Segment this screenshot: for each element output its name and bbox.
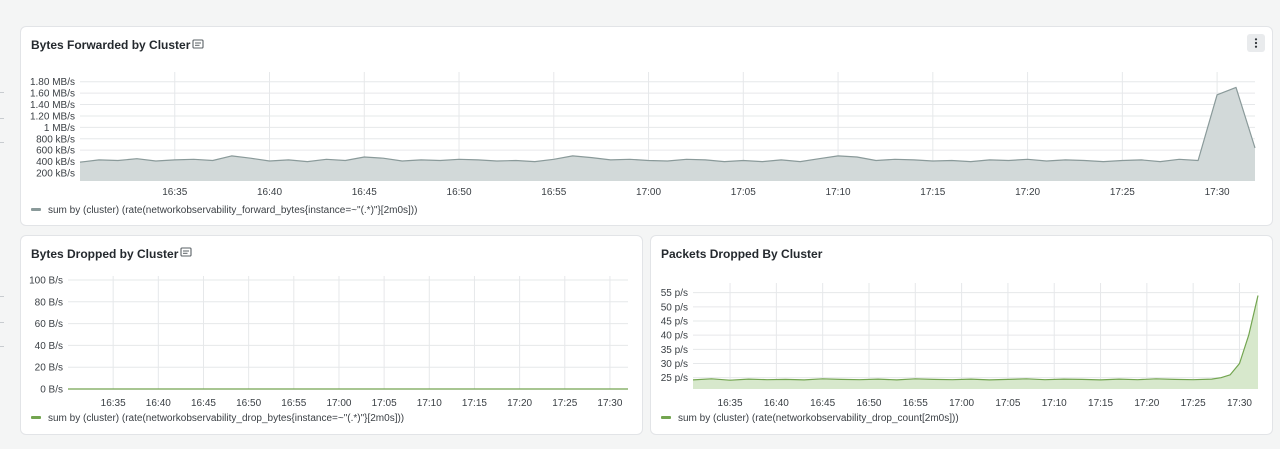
panel-bytes-dropped: Bytes Dropped by Cluster 0 B/s 20 B/s 40 B… — [20, 235, 643, 435]
legend-label: sum by (cluster) (rate(networkobservabil… — [48, 413, 405, 424]
y-tick-label: 45 p/s — [661, 317, 688, 328]
x-tick-label: 17:10 — [1042, 398, 1067, 409]
page-edge-mark — [0, 118, 4, 119]
x-tick-label: 17:10 — [417, 398, 442, 409]
x-tick-label: 16:35 — [101, 398, 126, 409]
x-tick-label: 17:05 — [995, 398, 1020, 409]
y-tick-label: 30 p/s — [661, 359, 688, 370]
series-line — [692, 295, 1259, 381]
x-tick-label: 16:45 — [191, 398, 216, 409]
chart-bytes-forwarded: 200 kB/s400 kB/s600 kB/s800 kB/s1 MB/s1.… — [30, 72, 1256, 197]
x-tick-label: 17:25 — [1181, 398, 1206, 409]
x-tick-label: 16:35 — [162, 187, 187, 197]
page-edge-mark — [0, 92, 4, 93]
y-tick-label: 20 B/s — [35, 363, 63, 374]
legend-swatch — [661, 415, 671, 419]
chart-bytes-dropped: 0 B/s 20 B/s 40 B/s 60 B/s 80 B/s 100 B/s 16:3… — [29, 276, 628, 409]
y-tick-label: 60 B/s — [35, 319, 63, 330]
y-tick-label: 600 kB/s — [36, 146, 75, 157]
series-area — [693, 295, 1258, 389]
y-tick-label: 35 p/s — [661, 345, 688, 356]
y-tick-label: 40 B/s — [35, 341, 63, 352]
x-tick-label: 16:45 — [810, 398, 835, 409]
x-tick-label: 17:30 — [1205, 187, 1230, 197]
x-tick-label: 16:40 — [764, 398, 789, 409]
y-tick-label: 40 p/s — [661, 331, 688, 342]
x-tick-label: 17:10 — [826, 187, 851, 197]
x-tick-label: 16:55 — [281, 398, 306, 409]
x-tick-label: 16:50 — [856, 398, 881, 409]
page-edge-mark — [0, 322, 4, 323]
x-tick-label: 17:15 — [462, 398, 487, 409]
x-tick-label: 17:15 — [920, 187, 945, 197]
legend-swatch — [31, 415, 41, 419]
x-tick-label: 17:20 — [1015, 187, 1040, 197]
x-tick-label: 16:50 — [447, 187, 472, 197]
page-edge-mark — [0, 142, 4, 143]
x-tick-label: 17:30 — [597, 398, 622, 409]
y-tick-label: 55 p/s — [661, 288, 688, 299]
document-icon[interactable] — [180, 246, 192, 258]
x-tick-label: 17:25 — [552, 398, 577, 409]
document-icon[interactable] — [192, 38, 204, 50]
y-tick-label: 1.40 MB/s — [30, 100, 75, 111]
panel-packets-dropped: Packets Dropped By Cluster 25 p/s 30 p/s 3… — [650, 235, 1273, 435]
panel-menu-button[interactable] — [1247, 34, 1265, 52]
y-tick-label: 1.80 MB/s — [30, 77, 75, 88]
legend-item[interactable]: sum by (cluster) (rate(networkobservabil… — [31, 205, 417, 216]
y-tick-label: 0 B/s — [40, 385, 63, 396]
x-tick-label: 17:30 — [1227, 398, 1252, 409]
x-tick-label: 17:00 — [949, 398, 974, 409]
x-tick-label: 16:55 — [903, 398, 928, 409]
x-tick-label: 17:00 — [636, 187, 661, 197]
vertical-ellipsis-icon — [1254, 38, 1258, 48]
x-tick-label: 17:05 — [372, 398, 397, 409]
y-tick-label: 80 B/s — [35, 297, 63, 308]
y-tick-label: 1.60 MB/s — [30, 89, 75, 100]
y-tick-label: 25 p/s — [661, 373, 688, 384]
y-tick-label: 100 B/s — [29, 276, 63, 287]
x-tick-label: 16:50 — [236, 398, 261, 409]
x-tick-label: 16:45 — [352, 187, 377, 197]
y-tick-label: 400 kB/s — [36, 157, 75, 168]
page-edge-mark — [0, 346, 4, 347]
y-tick-label: 1 MB/s — [44, 123, 75, 134]
legend-label: sum by (cluster) (rate(networkobservabil… — [678, 413, 959, 424]
x-tick-label: 17:00 — [326, 398, 351, 409]
legend-item[interactable]: sum by (cluster) (rate(networkobservabil… — [661, 413, 959, 424]
x-tick-label: 17:15 — [1088, 398, 1113, 409]
legend-item[interactable]: sum by (cluster) (rate(networkobservabil… — [31, 413, 404, 424]
x-tick-label: 16:40 — [257, 187, 282, 197]
series-line — [79, 86, 1256, 163]
y-tick-label: 50 p/s — [661, 302, 688, 313]
y-tick-label: 800 kB/s — [36, 134, 75, 145]
chart-packets-dropped: 25 p/s 30 p/s 35 p/s 40 p/s 45 p/s 50 p/s 55 p… — [661, 283, 1259, 409]
x-tick-label: 16:40 — [146, 398, 171, 409]
x-tick-label: 16:55 — [541, 187, 566, 197]
panel-title: Bytes Forwarded by Cluster — [31, 38, 191, 52]
y-tick-label: 200 kB/s — [36, 169, 75, 180]
series-area — [80, 87, 1255, 181]
panel-title: Packets Dropped By Cluster — [661, 247, 823, 261]
y-tick-label: 1.20 MB/s — [30, 111, 75, 122]
x-tick-label: 17:20 — [1134, 398, 1159, 409]
x-tick-label: 16:35 — [718, 398, 743, 409]
x-tick-label: 17:05 — [731, 187, 756, 197]
legend-label: sum by (cluster) (rate(networkobservabil… — [48, 205, 418, 216]
panel-bytes-forwarded: Bytes Forwarded by Cluster 200 kB/s 400 k… — [20, 26, 1273, 226]
x-tick-label: 17:20 — [507, 398, 532, 409]
x-tick-label: 17:25 — [1110, 187, 1135, 197]
legend-swatch — [31, 207, 41, 211]
page-edge-mark — [0, 296, 4, 297]
panel-title: Bytes Dropped by Cluster — [31, 247, 179, 261]
